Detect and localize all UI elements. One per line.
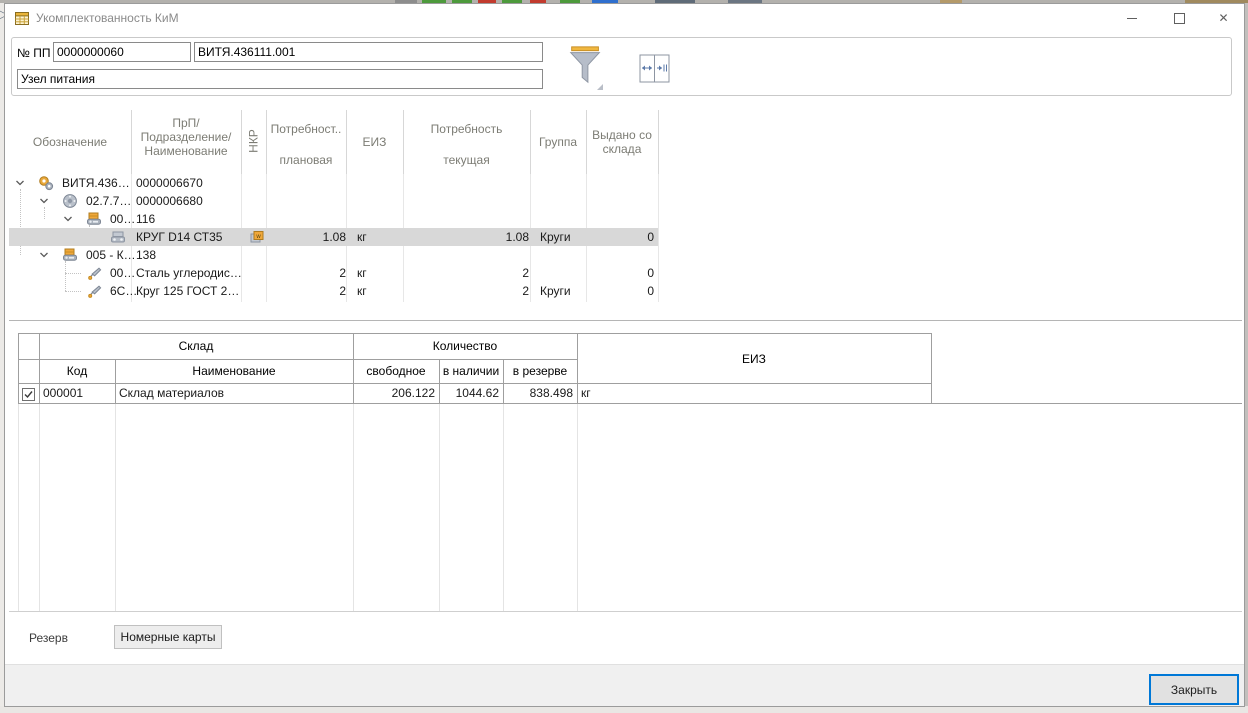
tree-row[interactable]: 00… Сталь углеродис… 2 кг 2 0 <box>9 264 658 282</box>
tree-name: 116 <box>136 212 155 226</box>
column-header-current[interactable]: Потребность <box>403 122 530 136</box>
column-width-icon <box>639 54 671 84</box>
filter-dropdown-arrow-icon <box>597 84 603 90</box>
operation-icon <box>62 247 78 263</box>
filter-button[interactable] <box>565 44 609 92</box>
column-header-v-rezerve[interactable]: в резерве <box>503 364 577 378</box>
tree-planned: 1.08 <box>256 230 346 244</box>
column-header-eiz[interactable]: ЕИЗ <box>346 135 403 149</box>
tree-row[interactable]: ВИТЯ.436… 0000006670 <box>9 174 658 192</box>
tree-name: 138 <box>136 248 156 262</box>
machine-icon <box>110 229 126 245</box>
tree-row[interactable]: 6С… Круг 125 ГОСТ 2… 2 кг 2 Круги 0 <box>9 282 658 300</box>
column-header-current2: текущая <box>403 153 530 167</box>
chevron-down-icon[interactable] <box>63 214 73 224</box>
gears-icon <box>38 175 54 191</box>
tree-current: 1.08 <box>439 230 529 244</box>
warehouse-eiz: кг <box>581 386 591 400</box>
minimize-button[interactable] <box>1109 4 1154 32</box>
column-header-naimenovanie[interactable]: Наименование <box>115 364 353 378</box>
column-header-prp[interactable]: ПрП/ Подразделение/ Наименование <box>131 116 241 158</box>
tree-row[interactable]: 005 - К… 138 <box>9 246 658 264</box>
title-bar[interactable]: Укомплектованность КиМ ✕ <box>5 4 1244 32</box>
splitter[interactable] <box>9 320 1242 321</box>
close-icon: ✕ <box>1218 11 1228 25</box>
tree-designation: 02.7.7… <box>86 194 131 208</box>
tree-issued: 0 <box>564 284 654 298</box>
tree-name: Сталь углеродис… <box>136 266 242 280</box>
column-header-planned2: плановая <box>266 153 346 167</box>
operation-icon <box>86 211 102 227</box>
close-dialog-button[interactable]: Закрыть <box>1149 674 1239 705</box>
tree-eiz: кг <box>357 266 367 280</box>
tree-row[interactable]: 00… 116 <box>9 210 658 228</box>
tree-name: КРУГ D14 СТ35 <box>136 230 222 244</box>
footer-bar: Закрыть <box>5 664 1244 706</box>
column-header-group[interactable]: Группа <box>530 135 586 149</box>
tree-designation: 6С… <box>110 284 137 298</box>
tree-name: 0000006670 <box>136 176 203 190</box>
column-header-v-nalichii[interactable]: в наличии <box>439 364 503 378</box>
warehouse-name: Склад материалов <box>119 386 224 400</box>
window-title: Укомплектованность КиМ <box>36 11 179 25</box>
tree-designation: ВИТЯ.436… <box>62 176 130 190</box>
designation-input[interactable] <box>194 42 543 62</box>
minimize-icon <box>1127 18 1137 19</box>
maximize-button[interactable] <box>1157 4 1202 32</box>
app-icon <box>15 11 29 25</box>
filter-funnel-icon <box>567 44 605 86</box>
chevron-down-icon[interactable] <box>39 196 49 206</box>
background-window-bottom-edge <box>0 706 1248 713</box>
tree-issued: 0 <box>564 266 654 280</box>
column-header-planned[interactable]: Потребност.. <box>266 122 346 136</box>
maximize-icon <box>1174 13 1185 24</box>
column-header-issued[interactable]: Выдано со склада <box>586 128 658 156</box>
close-button[interactable]: ✕ <box>1201 4 1246 32</box>
tree-designation: 00… <box>110 212 135 226</box>
tree-issued: 0 <box>564 230 654 244</box>
warehouse-row-checkbox[interactable] <box>22 388 35 401</box>
name-input[interactable] <box>17 69 543 89</box>
tab-number-cards[interactable]: Номерные карты <box>114 625 222 649</box>
tree-planned: 2 <box>256 266 346 280</box>
tree-eiz: кг <box>357 230 367 244</box>
pp-input[interactable] <box>53 42 191 62</box>
group-header-kolichestvo[interactable]: Количество <box>353 339 577 353</box>
tree-current: 2 <box>439 266 529 280</box>
chevron-down-icon[interactable] <box>39 250 49 260</box>
column-header-designation[interactable]: Обозначение <box>9 135 131 149</box>
screen: ▷ Укомплектованность КиМ ✕ № ПП <box>0 0 1248 713</box>
column-header-nkr[interactable]: НКР <box>247 129 261 154</box>
group-header-eiz[interactable]: ЕИЗ <box>577 352 931 366</box>
column-header-kod[interactable]: Код <box>39 364 115 378</box>
tree-row[interactable]: 02.7.7… 0000006680 <box>9 192 658 210</box>
tree-planned: 2 <box>256 284 346 298</box>
tree-designation: 005 - К… <box>86 248 136 262</box>
tree-row-selected[interactable]: КРУГ D14 СТ35 w 1.08 кг 1.08 Круги 0 <box>9 228 658 246</box>
pp-label: № ПП <box>17 46 50 60</box>
group-header-sklad[interactable]: Склад <box>39 339 353 353</box>
tree-name: Круг 125 ГОСТ 2… <box>136 284 239 298</box>
chevron-down-icon[interactable] <box>15 178 25 188</box>
warehouse-code: 000001 <box>43 386 83 400</box>
tree-name: 0000006680 <box>136 194 203 208</box>
tree-eiz: кг <box>357 284 367 298</box>
material-icon <box>86 283 102 299</box>
warehouse-reserve: 838.498 <box>505 386 573 400</box>
fit-columns-button[interactable] <box>639 54 671 84</box>
material-icon <box>86 265 102 281</box>
tree-designation: 00… <box>110 266 135 280</box>
flange-icon <box>62 193 78 209</box>
warehouse-avail: 1044.62 <box>441 386 499 400</box>
warehouse-free: 206.122 <box>355 386 435 400</box>
tree-current: 2 <box>439 284 529 298</box>
column-header-svobodnoe[interactable]: свободное <box>353 364 439 378</box>
dialog-window: Укомплектованность КиМ ✕ № ПП <box>4 3 1245 707</box>
table-bottom-border <box>9 611 1242 612</box>
tab-reserve[interactable]: Резерв <box>29 631 68 645</box>
checkmark-icon <box>23 389 34 400</box>
